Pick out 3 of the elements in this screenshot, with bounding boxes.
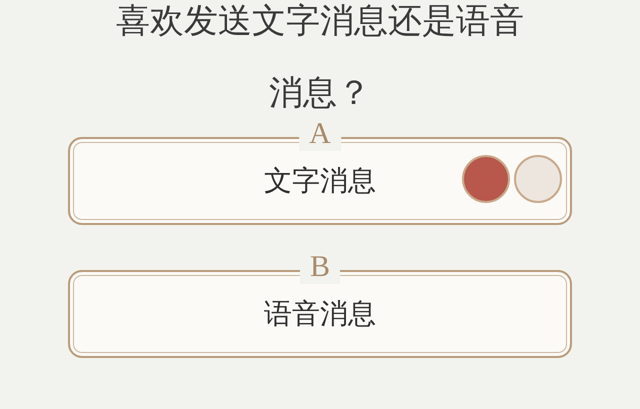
question-text: 喜欢发送文字消息还是语音消息？ bbox=[115, 0, 525, 115]
option-text: 文字消息 bbox=[264, 163, 376, 199]
option-text: 语音消息 bbox=[264, 296, 376, 332]
